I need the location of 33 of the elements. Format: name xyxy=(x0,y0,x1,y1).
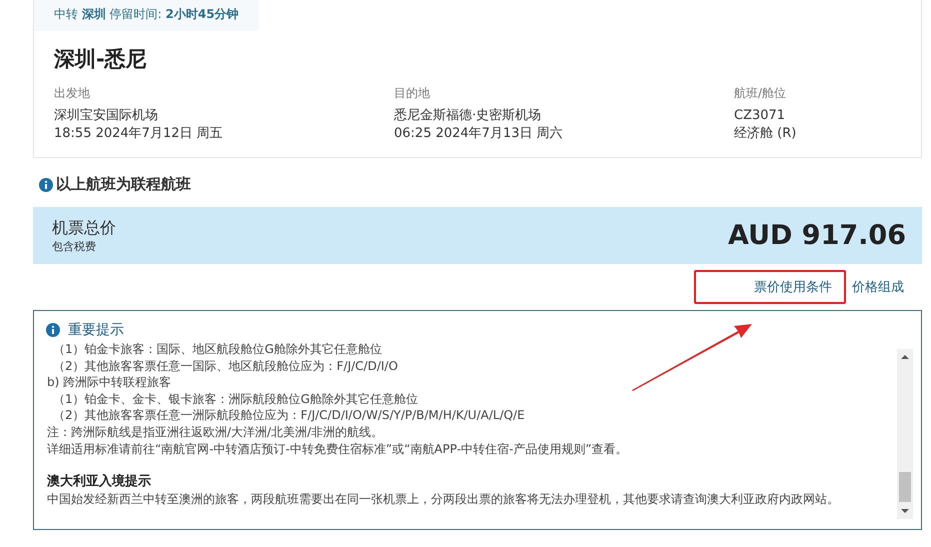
field-value: 06:25 2024年7月13日 周六 xyxy=(394,125,564,143)
notice-title: 重要提示 xyxy=(68,321,124,339)
field-label: 出发地 xyxy=(54,85,91,102)
field-label: 航班/舱位 xyxy=(734,85,788,102)
transfer-note: 中转 深圳 停留时间: 2小时45分钟 xyxy=(34,0,259,31)
field-label: 目的地 xyxy=(394,85,431,102)
field-value: 18:55 2024年7月12日 周五 xyxy=(54,125,224,143)
route-title: 深圳-悉尼 xyxy=(54,46,148,73)
field-value: 经济舱 (R) xyxy=(734,125,798,143)
price-label: 机票总价 xyxy=(52,218,116,238)
link[interactable]: 票价使用条件 xyxy=(694,270,846,304)
scrollbar[interactable] xyxy=(897,349,913,519)
scroll-down-icon[interactable] xyxy=(901,508,909,514)
scrollbar-thumb[interactable] xyxy=(899,472,911,502)
field-value: 深圳宝安国际机场 xyxy=(54,107,159,125)
notice-line: 中国始发经新西兰中转至澳洲的旅客，两段航班需要出在同一张机票上，分两段出票的旅客将无法办理登机，其他要求请查询澳大利亚政府内政网站。 xyxy=(47,490,840,508)
notice-line: 注：跨洲际航线是指亚洲往返欧洲/大洋洲/北美洲/非洲的航线。 xyxy=(47,424,384,441)
connecting-notice: 以上航班为联程航班 xyxy=(56,175,191,194)
notice-line: （1）铂金卡、金卡、银卡旅客：洲际航段舱位G舱除外其它任意舱位 xyxy=(52,390,419,408)
field-value: 悉尼金斯福德·史密斯机场 xyxy=(394,107,542,125)
info-icon xyxy=(39,178,53,192)
info-icon xyxy=(46,323,60,337)
link[interactable]: 价格组成 xyxy=(850,270,906,304)
section-heading: 澳大利亚入境提示 xyxy=(47,474,152,491)
notice-line: （1）铂金卡旅客：国际、地区航段舱位G舱除外其它任意舱位 xyxy=(52,341,383,358)
scroll-up-icon[interactable] xyxy=(901,354,909,360)
notice-line: （2）其他旅客客票任意一国际、地区航段舱位应为：F/J/C/D/I/O xyxy=(52,358,399,374)
field-value: CZ3071 xyxy=(734,107,786,125)
price-amount: AUD 917.06 xyxy=(728,220,906,251)
notice-line: 详细适用标准请前往“南航官网-中转酒店预订-中转免费住宿标准”或“南航APP-中转住宿-产品使用规则”查看。 xyxy=(47,440,629,458)
notice-line: b) 跨洲际中转联程旅客 xyxy=(47,374,172,391)
notice-line: （2）其他旅客客票任意一洲际航段舱位应为：F/J/C/D/I/O/W/S/Y/P/B/M/H/K/U/A/L/Q/E xyxy=(52,407,526,424)
tax-note: 包含税费 xyxy=(52,238,97,254)
